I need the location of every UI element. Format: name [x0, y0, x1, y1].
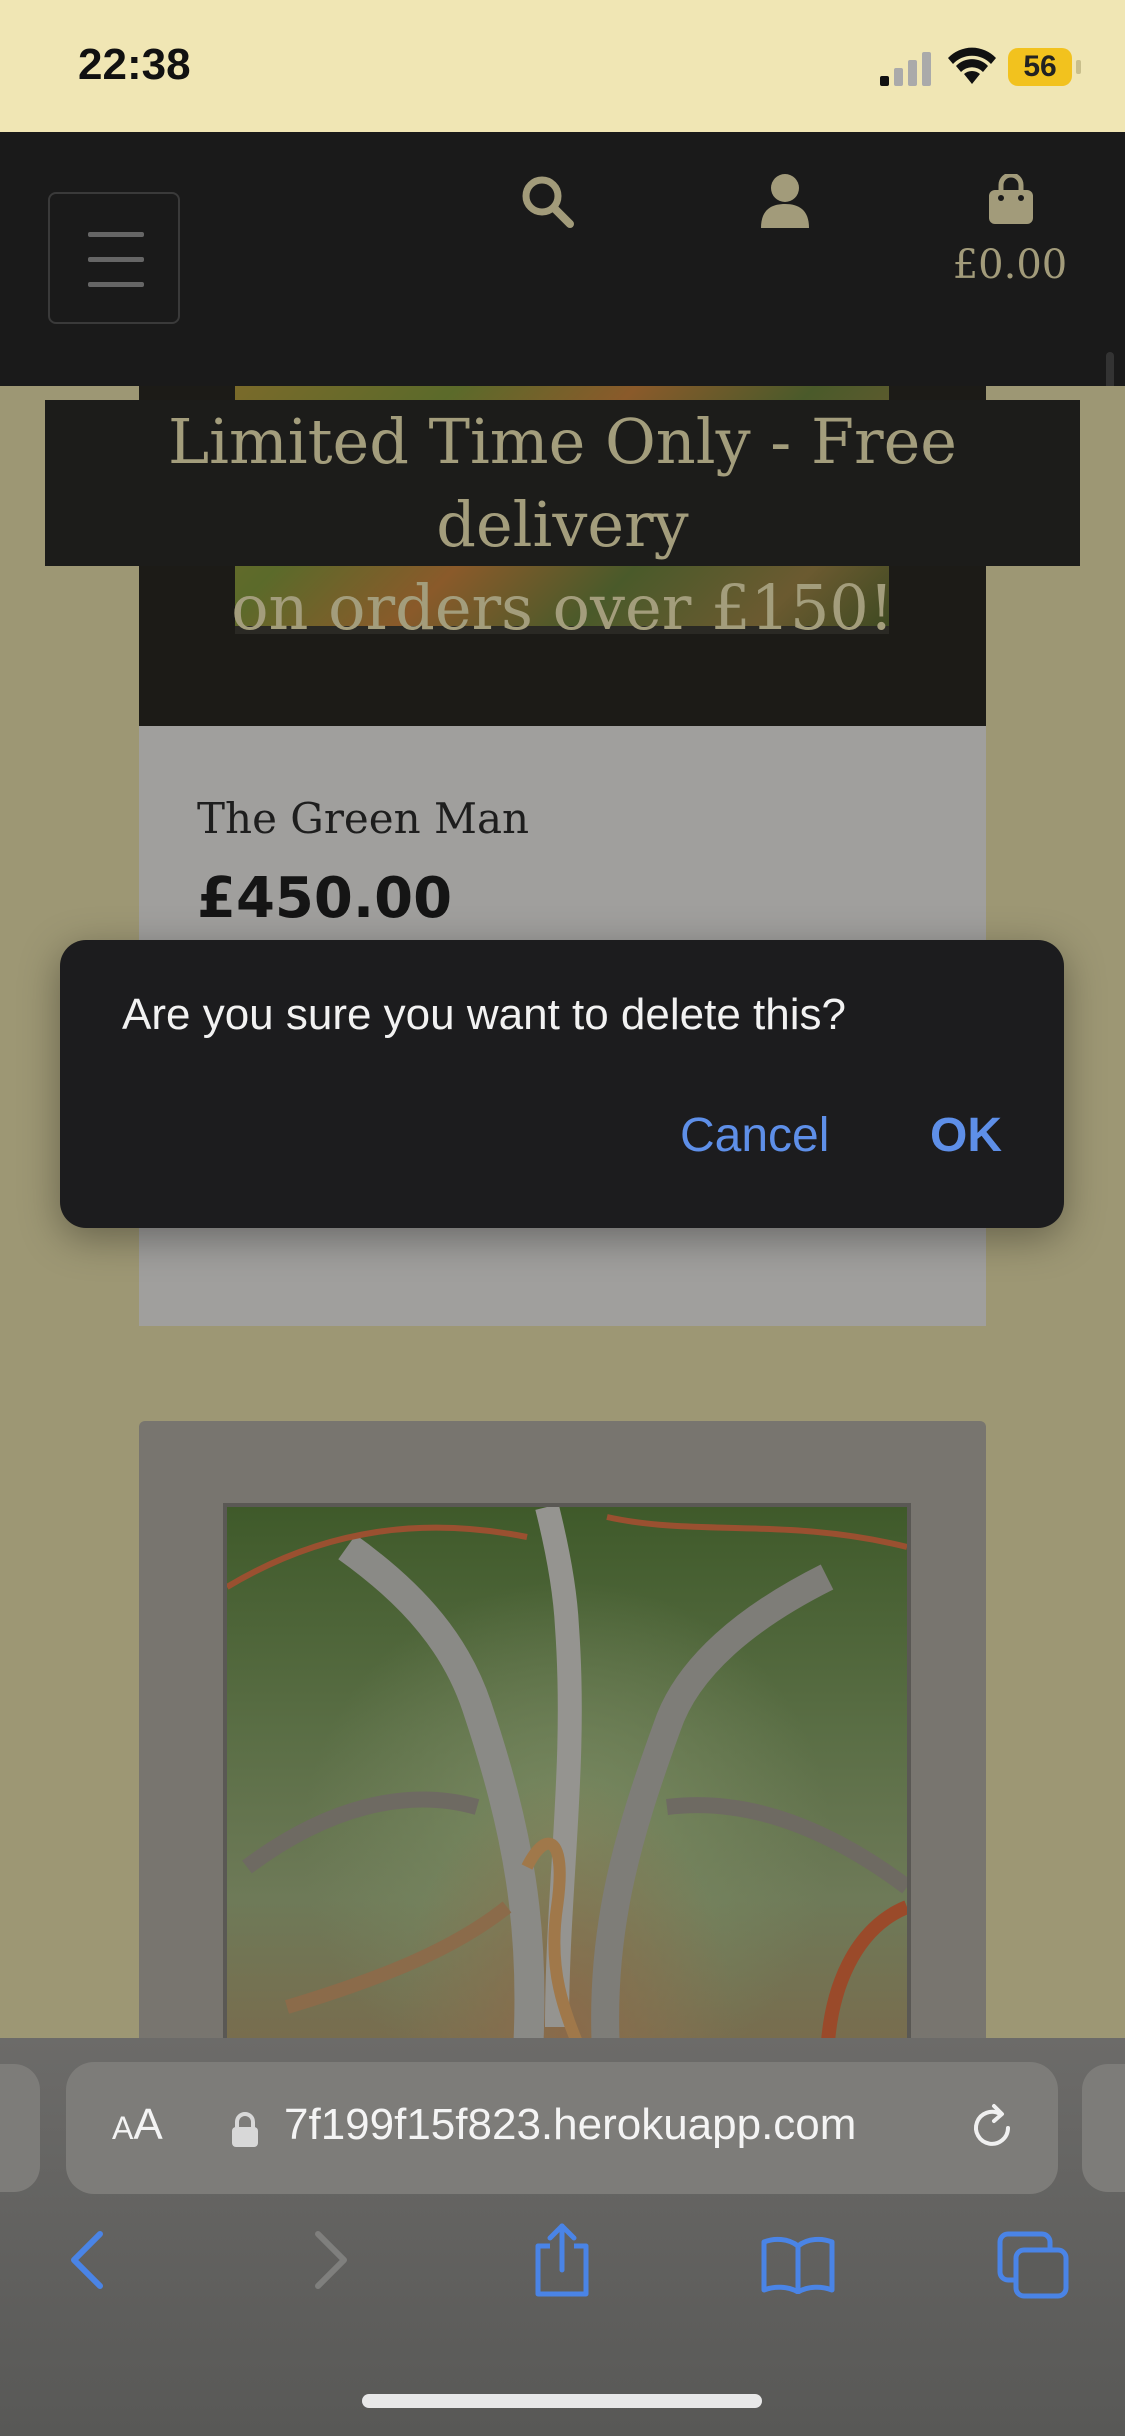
ok-button[interactable]: OK: [930, 1108, 1002, 1163]
menu-icon-bar: [88, 282, 144, 287]
cellular-signal-icon: [880, 52, 931, 86]
bookmarks-icon[interactable]: [760, 2234, 836, 2294]
account-icon[interactable]: [758, 172, 812, 228]
promo-banner-line2: on orders over £150!: [231, 571, 894, 644]
next-tab-preview[interactable]: [1082, 2064, 1125, 2192]
wifi-icon: [948, 47, 996, 84]
text-size-button[interactable]: AA: [112, 2100, 163, 2150]
menu-icon: [88, 232, 144, 237]
text-size-small-a: A: [112, 2110, 134, 2146]
back-icon[interactable]: [62, 2228, 114, 2292]
cancel-button[interactable]: Cancel: [680, 1108, 829, 1163]
product-image[interactable]: [139, 1421, 986, 2038]
product-price: £450.00: [197, 866, 453, 931]
menu-toggle-button[interactable]: [48, 192, 180, 324]
site-navbar: £0.00: [0, 132, 1125, 542]
product-title[interactable]: The Green Man: [197, 794, 529, 843]
shopping-bag-icon[interactable]: [986, 174, 1036, 226]
search-icon[interactable]: [520, 174, 574, 228]
text-size-large-a: A: [133, 2100, 163, 2149]
menu-icon-bar: [88, 257, 144, 262]
battery-icon: 56: [1008, 48, 1072, 86]
lock-icon: [232, 2112, 258, 2147]
url-text[interactable]: 7f199f15f823.herokuapp.com: [284, 2100, 856, 2150]
reload-icon[interactable]: [964, 2100, 1020, 2156]
dialog-message: Are you sure you want to delete this?: [122, 990, 846, 1039]
promo-banner: Limited Time Only - Free delivery on ord…: [45, 400, 1080, 644]
status-bar: 22:38 56: [0, 0, 1125, 132]
forward-icon[interactable]: [304, 2228, 356, 2292]
browser-toolbar: AA 7f199f15f823.herokuapp.com: [0, 2038, 1125, 2436]
painting-image: [223, 1503, 911, 2038]
status-time: 22:38: [78, 40, 191, 89]
cart-total[interactable]: £0.00: [930, 242, 1090, 288]
address-bar[interactable]: AA 7f199f15f823.herokuapp.com: [66, 2062, 1058, 2194]
confirm-dialog: Are you sure you want to delete this? Ca…: [60, 940, 1064, 1228]
tree-painting: [227, 1507, 907, 2038]
battery-nub: [1076, 60, 1081, 74]
share-icon[interactable]: [530, 2222, 594, 2298]
promo-banner-line1: Limited Time Only - Free delivery: [167, 405, 958, 561]
previous-tab-preview[interactable]: [0, 2064, 40, 2192]
home-indicator[interactable]: [362, 2394, 762, 2408]
tabs-icon[interactable]: [996, 2230, 1070, 2300]
